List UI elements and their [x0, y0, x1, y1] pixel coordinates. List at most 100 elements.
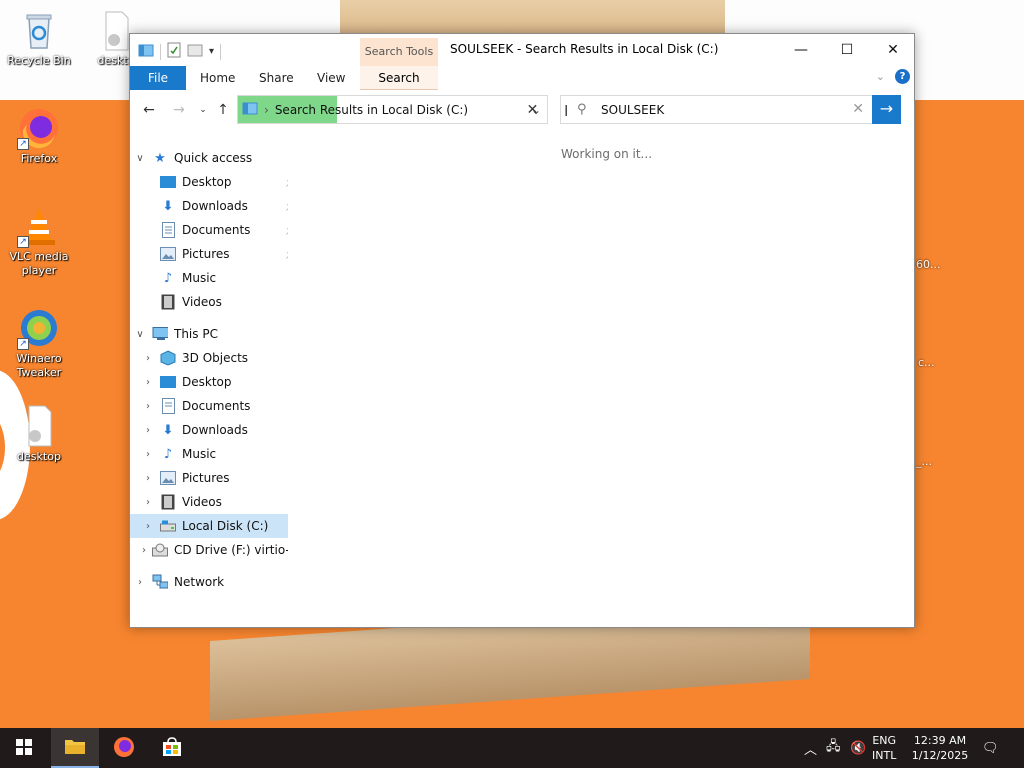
tree-pc-downloads[interactable]: › ⬇ Downloads	[142, 418, 288, 442]
forward-arrow-icon: →	[173, 102, 185, 118]
chevron-right-icon[interactable]: ›	[142, 449, 154, 460]
clock[interactable]: 12:39 AM 1/12/2025	[910, 733, 970, 763]
tree-label: Quick access	[174, 151, 253, 165]
back-arrow-icon: ←	[143, 102, 155, 118]
tree-label: CD Drive (F:) virtio-win	[174, 543, 288, 557]
title-bar: ▾ Search Tools SOULSEEK - Search Results…	[130, 34, 914, 66]
action-center-button[interactable]: 🗨	[982, 728, 999, 768]
chevron-down-icon[interactable]: ∨	[134, 153, 146, 164]
taskbar-store[interactable]	[148, 728, 196, 768]
chevron-right-icon[interactable]: ›	[134, 577, 146, 588]
tab-share[interactable]: Share	[259, 66, 294, 90]
tree-pc-documents[interactable]: › Documents	[142, 394, 288, 418]
desktop-icon-label: Winaero Tweaker	[16, 352, 62, 379]
search-box[interactable]: I ⚲ SOULSEEK ✕	[560, 95, 873, 124]
desktop-label-fragment: c...	[918, 356, 935, 369]
breadcrumb-separator: ›	[264, 102, 269, 117]
chevron-right-icon[interactable]: ›	[142, 401, 154, 412]
recent-locations-button[interactable]: ⌄	[192, 94, 214, 126]
tree-pc-3d-objects[interactable]: › 3D Objects	[142, 346, 288, 370]
tree-label: Videos	[182, 495, 222, 509]
chevron-down-icon: ⌄	[199, 105, 207, 115]
tree-pc-desktop[interactable]: › Desktop	[142, 370, 288, 394]
tree-qa-pictures[interactable]: Pictures 📌	[142, 242, 288, 266]
desktop-folder-icon	[160, 174, 176, 190]
desktop-label-fragment: 60...	[916, 258, 941, 271]
chevron-right-icon[interactable]: ›	[142, 377, 154, 388]
navigation-pane: ∨ ★ Quick access Desktop 📌 ⬇ Downloads 📌…	[130, 142, 288, 612]
desktop-icon-recycle-bin[interactable]: Recycle Bin	[1, 8, 77, 68]
folder-icon	[64, 737, 86, 758]
address-path[interactable]: Search Results in Local Disk (C:)	[275, 103, 468, 117]
stop-search-button[interactable]: ✕	[518, 95, 548, 124]
clear-search-icon[interactable]: ✕	[852, 101, 864, 117]
clock-time: 12:39 AM	[913, 734, 967, 747]
tree-pc-cd-drive[interactable]: › CD Drive (F:) virtio-win	[142, 538, 288, 562]
cd-drive-icon	[152, 542, 168, 558]
chevron-right-icon[interactable]: ›	[142, 473, 154, 484]
close-button[interactable]: ✕	[870, 34, 916, 66]
tab-home[interactable]: Home	[200, 66, 235, 90]
tree-label: Desktop	[182, 175, 232, 189]
tab-file[interactable]: File	[130, 66, 186, 90]
tree-quick-access[interactable]: ∨ ★ Quick access	[134, 146, 288, 170]
start-button[interactable]	[0, 728, 48, 768]
tree-qa-downloads[interactable]: ⬇ Downloads 📌	[142, 194, 288, 218]
taskbar-file-explorer[interactable]	[51, 728, 99, 768]
chevron-right-icon[interactable]: ›	[142, 425, 154, 436]
close-icon: ✕	[887, 42, 899, 58]
chevron-right-icon[interactable]: ›	[142, 497, 154, 508]
tree-qa-desktop[interactable]: Desktop 📌	[142, 170, 288, 194]
tree-pc-local-disk[interactable]: › Local Disk (C:)	[130, 514, 288, 538]
network-status-button[interactable]: 🖧	[826, 728, 841, 768]
tree-qa-music[interactable]: ♪ Music	[142, 266, 288, 290]
tab-view[interactable]: View	[317, 66, 345, 90]
help-icon[interactable]: ?	[895, 69, 910, 84]
store-bag-icon	[162, 736, 182, 760]
desktop-icon-label: VLC media player	[9, 250, 69, 277]
minimize-button[interactable]: —	[778, 34, 824, 66]
taskbar-firefox[interactable]	[100, 728, 148, 768]
address-bar[interactable]: › Search Results in Local Disk (C:) ⌄	[237, 95, 548, 124]
maximize-button[interactable]: ☐	[824, 34, 870, 66]
back-button[interactable]: ←	[138, 94, 160, 126]
tab-search[interactable]: Search	[360, 66, 438, 90]
search-input[interactable]: SOULSEEK	[601, 103, 664, 117]
desktop-icon-desktop-ini[interactable]: desktop	[1, 404, 77, 464]
volume-button[interactable]: 🔇	[850, 728, 866, 768]
toolbar-divider	[220, 43, 222, 60]
forward-button[interactable]: →	[168, 94, 190, 126]
up-button[interactable]: ↑	[212, 94, 234, 126]
pin-icon: 📌	[285, 225, 288, 236]
pin-icon: 📌	[285, 201, 288, 212]
properties-icon[interactable]	[167, 42, 181, 61]
chevron-down-icon[interactable]: ∨	[134, 329, 146, 340]
tree-this-pc[interactable]: ∨ This PC	[134, 322, 288, 346]
input-language-button[interactable]: ENG INTL	[872, 733, 896, 763]
firefox-icon: ↗	[17, 106, 61, 150]
tree-pc-pictures[interactable]: › Pictures	[142, 466, 288, 490]
chevron-right-icon[interactable]: ›	[142, 353, 154, 364]
file-explorer-window: ▾ Search Tools SOULSEEK - Search Results…	[129, 33, 915, 628]
chevron-right-icon[interactable]: ›	[142, 521, 154, 532]
search-go-button[interactable]: →	[872, 95, 901, 124]
tree-pc-videos[interactable]: › Videos	[142, 490, 288, 514]
customize-toolbar-icon[interactable]: ▾	[209, 46, 214, 57]
shortcut-arrow-icon: ↗	[17, 138, 29, 150]
documents-icon	[160, 222, 176, 238]
new-folder-icon[interactable]	[187, 42, 203, 61]
desktop-icon-vlc[interactable]: ↗ VLC media player	[1, 204, 77, 278]
chevron-right-icon[interactable]: ›	[142, 545, 146, 556]
desktop-icon-firefox[interactable]: ↗ Firefox	[1, 106, 77, 166]
tree-pc-music[interactable]: › ♪ Music	[142, 442, 288, 466]
expand-ribbon-icon[interactable]: ⌄	[876, 70, 885, 83]
pictures-icon	[160, 246, 176, 262]
show-hidden-icons-button[interactable]: ︿	[804, 728, 817, 768]
tree-qa-documents[interactable]: Documents 📌	[142, 218, 288, 242]
desktop-label-fragment: _...	[916, 455, 932, 468]
desktop-icon-winaero-tweaker[interactable]: ↗ Winaero Tweaker	[1, 306, 77, 380]
tree-network[interactable]: › Network	[134, 570, 288, 594]
music-note-icon: ♪	[163, 270, 173, 286]
tree-qa-videos[interactable]: Videos	[142, 290, 288, 314]
taskbar: ︿ 🖧 🔇 ENG INTL 12:39 AM 1/12/2025 🗨	[0, 728, 1024, 768]
